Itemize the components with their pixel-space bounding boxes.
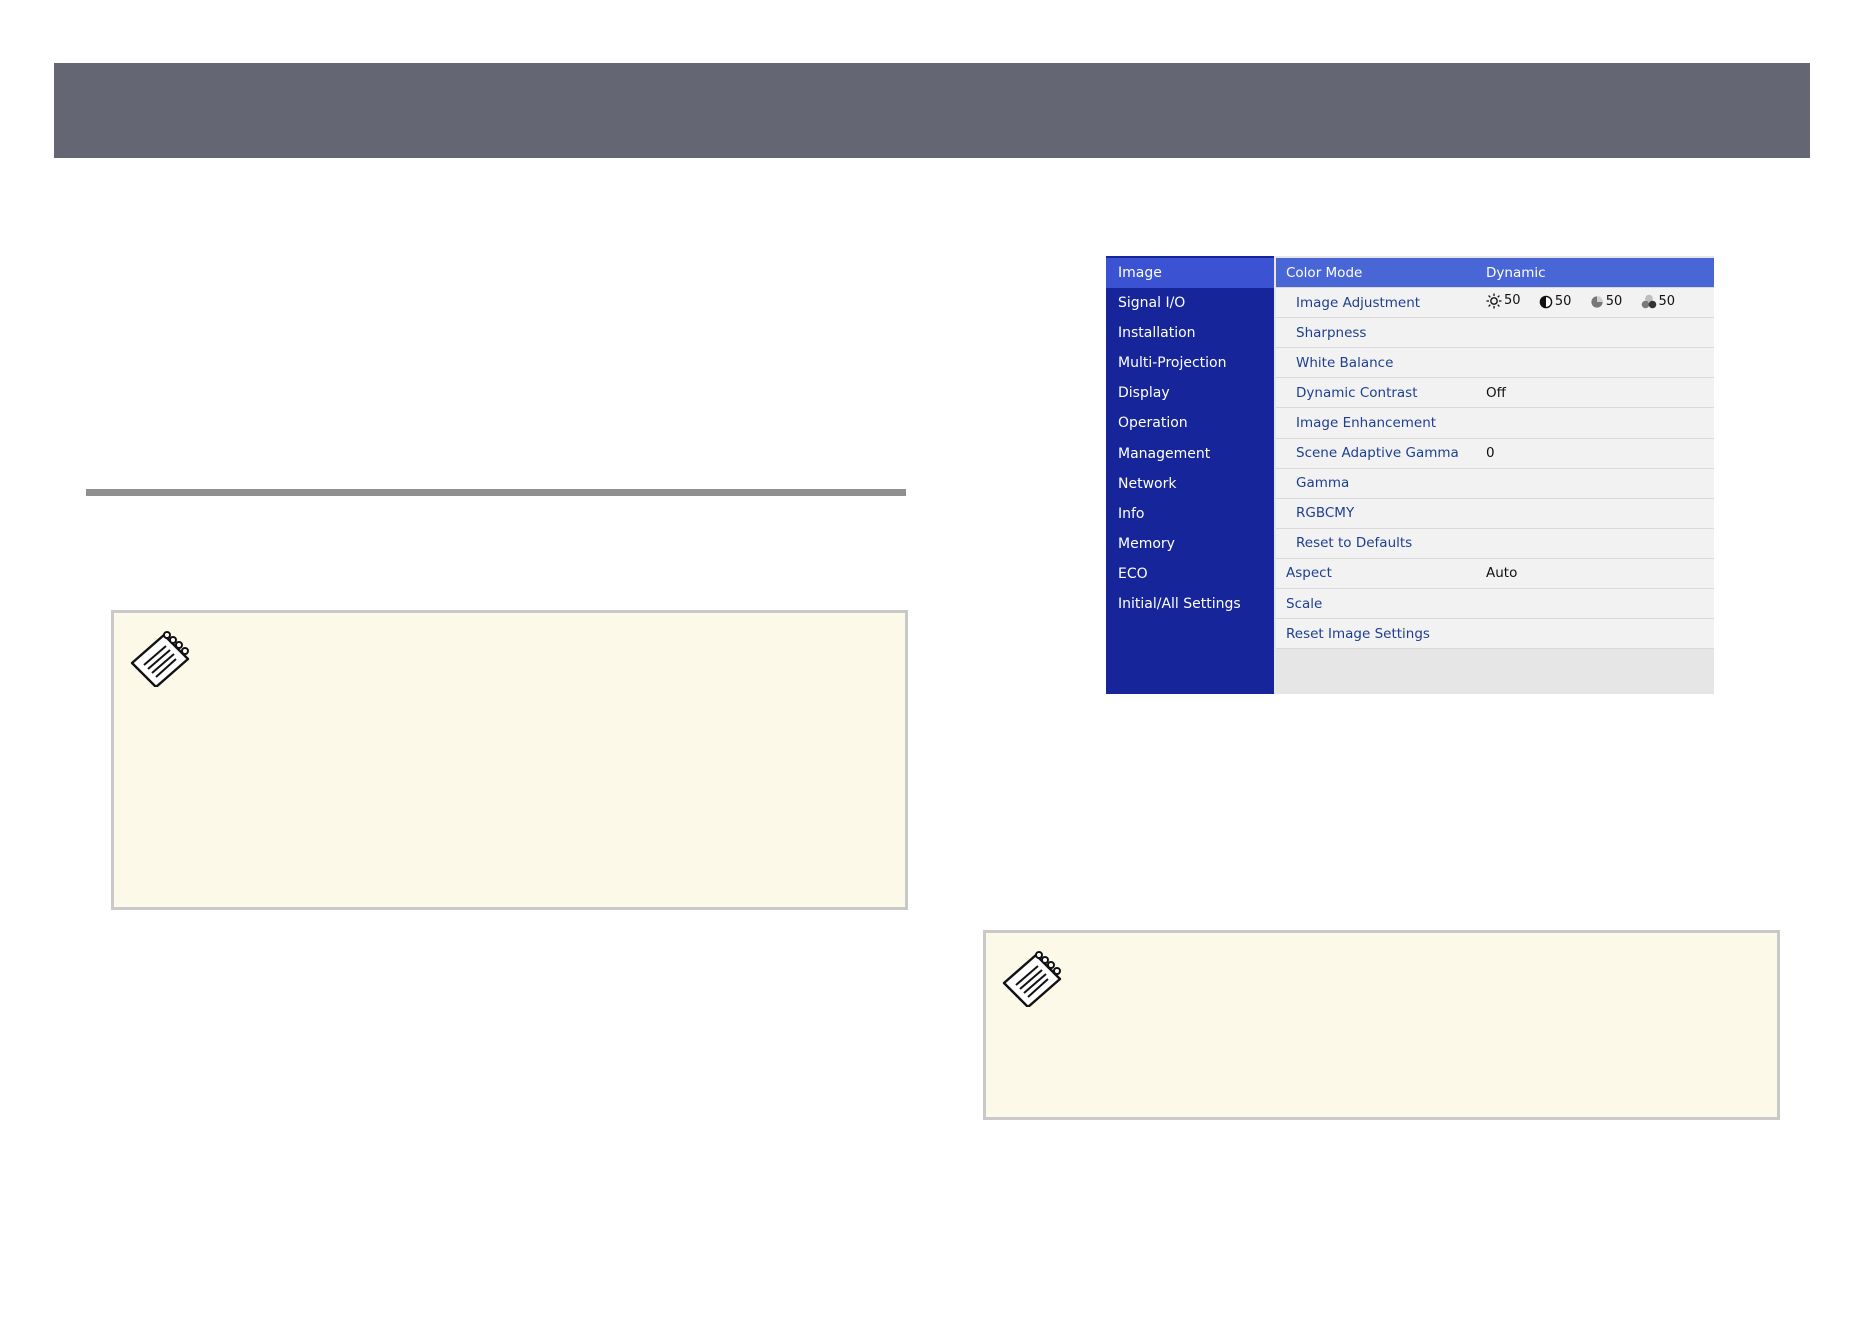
menu-row-dynamic-contrast[interactable]: Dynamic Contrast Off [1276,378,1714,409]
saturation-value-group: 50 [1590,294,1623,310]
menu-row-white-balance[interactable]: White Balance [1276,348,1714,379]
sidebar-item-operation[interactable]: Operation [1106,408,1274,438]
menu-row-image-enhancement[interactable]: Image Enhancement [1276,408,1714,439]
menu-row-label: Gamma [1296,475,1350,492]
menu-row-label: Reset to Defaults [1296,535,1413,552]
menu-row-scene-adaptive-gamma[interactable]: Scene Adaptive Gamma 0 [1276,438,1714,469]
menu-row-gamma[interactable]: Gamma [1276,468,1714,499]
saturation-value: 50 [1605,294,1623,310]
tint-value-group: 50 [1641,293,1676,309]
sun-icon [1486,293,1502,309]
note-box-right [983,930,1780,1120]
pie-icon [1591,296,1603,308]
section-divider [86,489,906,496]
menu-row-image-adjustment[interactable]: Image Adjustment 50 50 50 50 [1276,288,1714,319]
menu-row-label: RGBCMY [1296,505,1355,522]
note-pad-icon [1002,951,1062,1007]
page-header-bar [54,63,1810,158]
tint-value: 50 [1658,293,1676,309]
menu-row-label: Image Enhancement [1296,415,1437,432]
menu-row-scale[interactable]: Scale [1276,589,1714,620]
menu-row-label: Dynamic Contrast [1296,384,1418,401]
menu-row-sharpness[interactable]: Sharpness [1276,318,1714,349]
menu-row-rgbcmy[interactable]: RGBCMY [1276,498,1714,529]
brightness-value-group: 50 [1486,293,1521,309]
half-circle-icon [1539,295,1553,308]
menu-row-aspect[interactable]: Aspect Auto [1276,558,1714,590]
menu-row-color-mode[interactable]: Color Mode Dynamic [1276,258,1714,289]
sidebar-item-signal-io[interactable]: Signal I/O [1106,288,1274,318]
menu-row-label: Reset Image Settings [1286,625,1430,642]
sidebar-item-initial-all-settings[interactable]: Initial/All Settings [1106,589,1274,619]
sidebar-item-management[interactable]: Management [1106,439,1274,469]
menu-row-reset-image-settings[interactable]: Reset Image Settings [1276,619,1714,650]
sidebar-item-memory[interactable]: Memory [1106,529,1274,559]
contrast-value: 50 [1554,294,1572,310]
menu-row-label: Scale [1286,595,1323,612]
contrast-value-group: 50 [1539,294,1572,310]
projector-menu-screenshot: Image Signal I/O Installation Multi-Proj… [1106,256,1714,694]
note-pad-icon [130,631,190,687]
menu-row-value: Dynamic [1486,264,1546,281]
menu-row-label: Aspect [1286,565,1332,582]
menu-settings-list: Color Mode Dynamic Image Adjustment 50 5… [1276,256,1714,694]
three-circles-icon [1641,294,1656,308]
menu-row-label: Image Adjustment [1296,294,1421,311]
menu-row-value: Off [1486,384,1506,401]
sidebar-item-installation[interactable]: Installation [1106,318,1274,348]
brightness-value: 50 [1504,293,1521,309]
sidebar-item-multi-projection[interactable]: Multi-Projection [1106,348,1274,378]
sidebar-item-image[interactable]: Image [1106,258,1274,289]
menu-row-label: White Balance [1296,354,1394,371]
image-adjustment-values: 50 50 50 50 [1486,293,1714,313]
menu-row-label: Scene Adaptive Gamma [1296,445,1459,462]
sidebar-item-display[interactable]: Display [1106,378,1274,408]
menu-row-reset-to-defaults[interactable]: Reset to Defaults [1276,528,1714,559]
menu-sidebar: Image Signal I/O Installation Multi-Proj… [1106,256,1274,694]
sidebar-item-eco[interactable]: ECO [1106,559,1274,589]
menu-row-value: 0 [1486,445,1495,462]
menu-row-value: Auto [1486,565,1518,582]
menu-row-label: Sharpness [1296,324,1367,341]
sidebar-item-info[interactable]: Info [1106,499,1274,529]
sidebar-item-network[interactable]: Network [1106,469,1274,499]
note-box-left [111,610,908,910]
menu-row-label: Color Mode [1286,264,1363,281]
